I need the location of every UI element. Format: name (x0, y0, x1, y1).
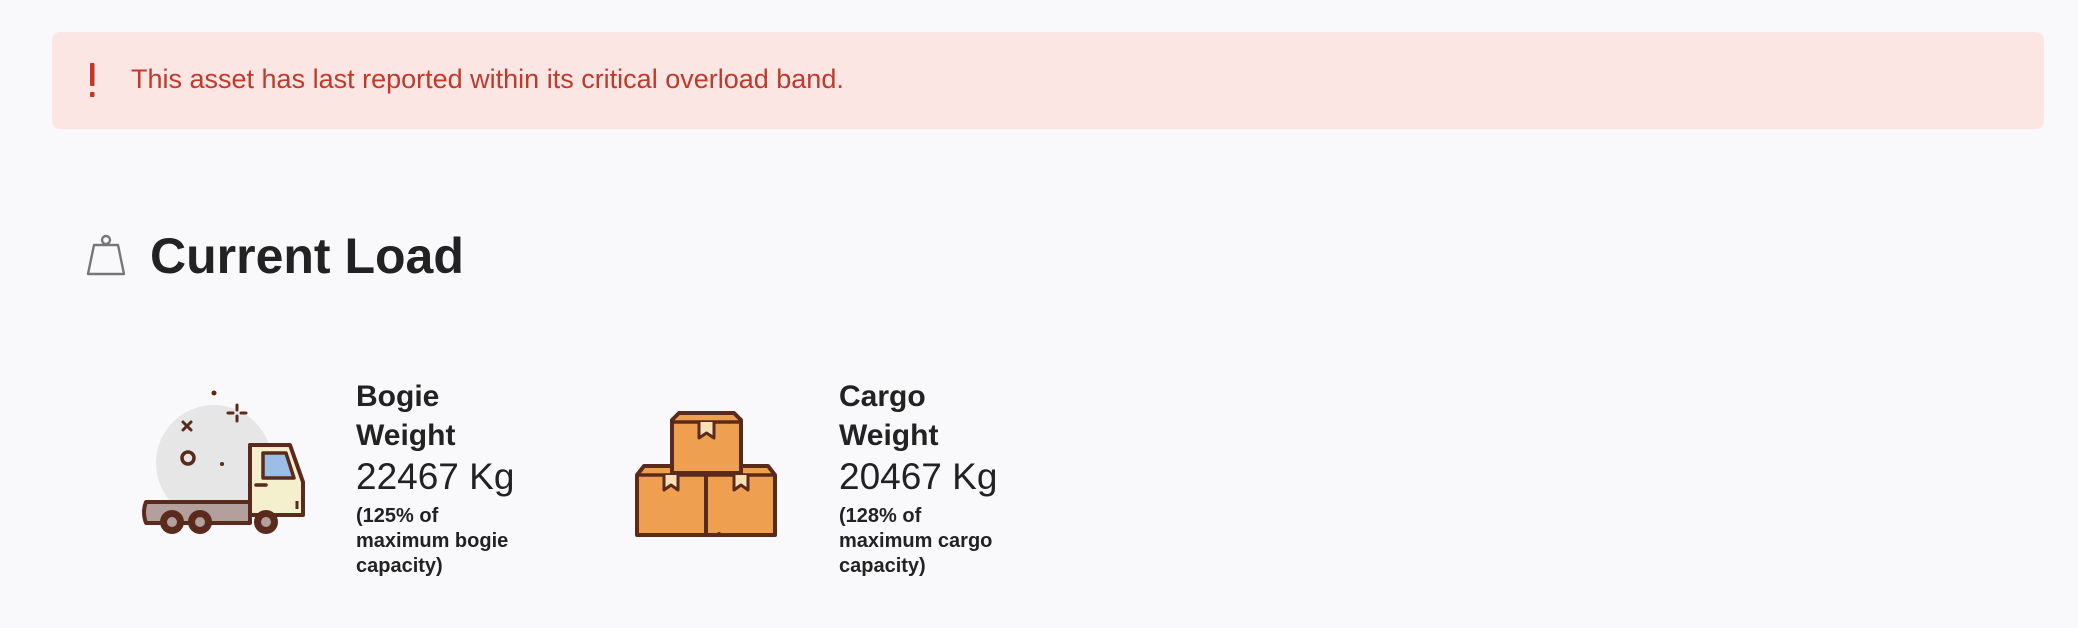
section-title: Current Load (150, 228, 464, 284)
cargo-weight-card: Cargo Weight 20467 Kg (128% of maximum c… (839, 377, 1014, 579)
bogie-weight-label: Bogie Weight (356, 380, 456, 452)
truck-illustration (142, 390, 305, 534)
alert-message: This asset has last reported within its … (131, 64, 844, 94)
cargo-weight-note: (128% of maximum cargo capacity) (839, 505, 993, 577)
bogie-weight-note: (125% of maximum bogie capacity) (356, 505, 509, 577)
bogie-weight-value: 22467 Kg (356, 456, 515, 497)
cargo-weight-value: 20467 Kg (839, 456, 998, 497)
boxes-illustration (635, 411, 777, 537)
cargo-weight-label: Cargo Weight (839, 380, 939, 452)
bogie-weight-card: Bogie Weight 22467 Kg (125% of maximum b… (356, 377, 531, 579)
exclamation-icon (90, 63, 95, 97)
weight-icon (86, 234, 126, 276)
